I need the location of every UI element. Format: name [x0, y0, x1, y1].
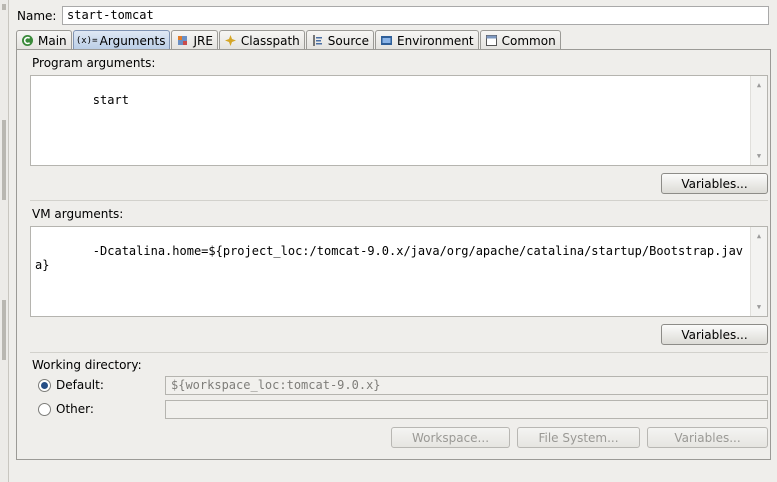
- tab-label: Source: [327, 33, 369, 48]
- tab-environment[interactable]: Environment: [375, 30, 479, 50]
- file-system-button[interactable]: File System...: [517, 427, 640, 448]
- program-arguments-value: start: [92, 93, 129, 107]
- environment-tab-icon: [380, 34, 393, 47]
- working-directory-variables-button[interactable]: Variables...: [647, 427, 768, 448]
- strip-marker: [2, 300, 6, 360]
- working-directory-label: Working directory:: [32, 358, 142, 372]
- default-label: Default:: [56, 378, 104, 392]
- tab-source[interactable]: Source: [305, 30, 374, 50]
- tab-main[interactable]: Main: [16, 30, 72, 50]
- vm-arguments-label: VM arguments:: [32, 207, 124, 221]
- common-tab-icon: [485, 34, 498, 47]
- tab-arguments[interactable]: (x)= Arguments: [72, 30, 171, 50]
- name-field[interactable]: start-tomcat: [62, 6, 769, 25]
- tab-label: Common: [501, 33, 556, 48]
- name-row: Name:: [17, 6, 63, 26]
- scroll-up-icon[interactable]: ▲: [751, 78, 767, 92]
- workspace-button[interactable]: Workspace...: [391, 427, 510, 448]
- tab-label: Arguments: [99, 33, 166, 48]
- tab-classpath[interactable]: Classpath: [218, 30, 305, 50]
- program-arguments-textarea[interactable]: start ▲ ▼: [30, 75, 768, 166]
- tab-label: Main: [38, 33, 67, 48]
- vm-variables-button[interactable]: Variables...: [661, 324, 768, 345]
- program-arguments-scrollbar[interactable]: ▲ ▼: [750, 76, 767, 165]
- scroll-down-icon[interactable]: ▼: [751, 300, 767, 314]
- tab-label: JRE: [193, 33, 213, 48]
- default-directory-field: ${workspace_loc:tomcat-9.0.x}: [165, 376, 768, 395]
- default-radio[interactable]: [38, 378, 51, 392]
- main-tab-icon: [21, 34, 34, 47]
- source-tab-icon: [311, 34, 324, 47]
- scroll-down-icon[interactable]: ▼: [751, 149, 767, 163]
- tab-label: Classpath: [240, 33, 300, 48]
- jre-tab-icon: [176, 34, 189, 47]
- scroll-up-icon[interactable]: ▲: [751, 229, 767, 243]
- default-radio-row[interactable]: Default:: [38, 378, 104, 392]
- tab-common[interactable]: Common: [479, 30, 561, 50]
- program-variables-button[interactable]: Variables...: [661, 173, 768, 194]
- vm-arguments-textarea[interactable]: -Dcatalina.home=${project_loc:/tomcat-9.…: [30, 226, 768, 317]
- other-label: Other:: [56, 402, 94, 416]
- name-label: Name:: [17, 9, 57, 23]
- left-edge-strip: [0, 0, 9, 482]
- arguments-tab-icon: (x)=: [75, 35, 98, 46]
- other-radio[interactable]: [38, 402, 51, 416]
- strip-marker: [2, 120, 6, 200]
- tab-label: Environment: [397, 33, 474, 48]
- classpath-tab-icon: [224, 34, 237, 47]
- strip-marker: [2, 4, 6, 10]
- other-radio-row[interactable]: Other:: [38, 402, 94, 416]
- tab-jre[interactable]: JRE: [171, 30, 218, 50]
- launch-configuration-dialog: Name: start-tomcat Main (x)= Arguments J…: [9, 0, 777, 482]
- dialog-bottom-area: [9, 466, 777, 482]
- program-arguments-group: Program arguments: start ▲ ▼ Variables..…: [30, 56, 768, 196]
- arguments-panel: Program arguments: start ▲ ▼ Variables..…: [16, 49, 771, 460]
- tab-bar: Main (x)= Arguments JRE Classpath Source: [16, 30, 562, 50]
- other-directory-field[interactable]: [165, 400, 768, 419]
- separator: [30, 200, 768, 201]
- program-arguments-label: Program arguments:: [32, 56, 156, 70]
- vm-arguments-scrollbar[interactable]: ▲ ▼: [750, 227, 767, 316]
- vm-arguments-value: -Dcatalina.home=${project_loc:/tomcat-9.…: [35, 244, 744, 272]
- separator: [30, 352, 768, 353]
- vm-arguments-group: VM arguments: -Dcatalina.home=${project_…: [30, 207, 768, 347]
